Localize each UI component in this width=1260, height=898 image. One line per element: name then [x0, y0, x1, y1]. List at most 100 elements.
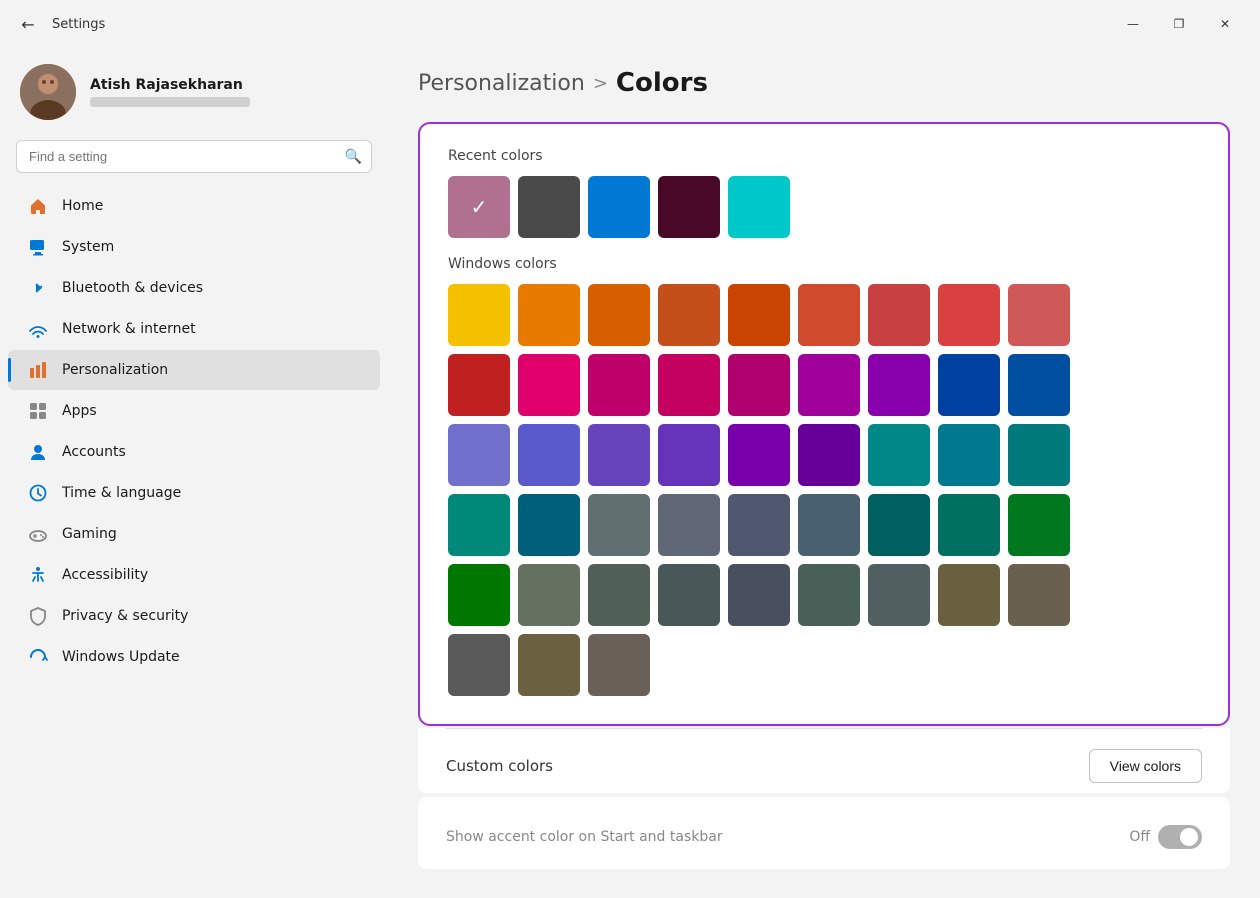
time-label: Time & language: [62, 485, 181, 501]
sidebar-item-accessibility[interactable]: Accessibility: [8, 555, 380, 595]
network-label: Network & internet: [62, 321, 196, 337]
accent-color-label: Show accent color on Start and taskbar: [446, 829, 723, 845]
sidebar-item-network[interactable]: Network & internet: [8, 309, 380, 349]
wc-30[interactable]: [658, 494, 720, 556]
sidebar-item-update[interactable]: Windows Update: [8, 637, 380, 677]
wc-7[interactable]: [938, 284, 1000, 346]
sidebar-item-system[interactable]: System: [8, 227, 380, 267]
sidebar-item-accounts[interactable]: Accounts: [8, 432, 380, 472]
wc-13[interactable]: [728, 354, 790, 416]
wc-20[interactable]: [588, 424, 650, 486]
wc-44[interactable]: [1008, 564, 1070, 626]
wc-1[interactable]: [518, 284, 580, 346]
network-icon: [28, 319, 48, 339]
windows-colors-label: Windows colors: [448, 256, 1200, 272]
breadcrumb-separator: >: [593, 73, 608, 94]
breadcrumb: Personalization > Colors: [418, 68, 1230, 98]
sidebar-item-bluetooth[interactable]: Bluetooth & devices: [8, 268, 380, 308]
recent-colors-section: Recent colors: [448, 148, 1200, 238]
wc-33[interactable]: [868, 494, 930, 556]
wc-18[interactable]: [448, 424, 510, 486]
wc-11[interactable]: [588, 354, 650, 416]
wc-5[interactable]: [798, 284, 860, 346]
sidebar-item-personalization[interactable]: Personalization: [8, 350, 380, 390]
wc-46[interactable]: [518, 634, 580, 696]
wc-8[interactable]: [1008, 284, 1070, 346]
wc-37[interactable]: [518, 564, 580, 626]
view-colors-button[interactable]: View colors: [1089, 749, 1202, 783]
wc-34[interactable]: [938, 494, 1000, 556]
wc-28[interactable]: [518, 494, 580, 556]
accessibility-label: Accessibility: [62, 567, 148, 583]
recent-color-0[interactable]: [448, 176, 510, 238]
wc-25[interactable]: [938, 424, 1000, 486]
wc-0[interactable]: [448, 284, 510, 346]
wc-42[interactable]: [868, 564, 930, 626]
home-icon: [28, 196, 48, 216]
wc-6[interactable]: [868, 284, 930, 346]
wc-35[interactable]: [1008, 494, 1070, 556]
custom-colors-bar: Custom colors View colors: [446, 729, 1202, 793]
wc-31[interactable]: [728, 494, 790, 556]
breadcrumb-parent[interactable]: Personalization: [418, 71, 585, 96]
toggle-container: Off: [1129, 825, 1202, 849]
sidebar-item-apps[interactable]: Apps: [8, 391, 380, 431]
wc-19[interactable]: [518, 424, 580, 486]
windows-colors-section: Windows colors: [448, 256, 1200, 696]
wc-41[interactable]: [798, 564, 860, 626]
wc-24[interactable]: [868, 424, 930, 486]
wc-22[interactable]: [728, 424, 790, 486]
wc-43[interactable]: [938, 564, 1000, 626]
wc-2[interactable]: [588, 284, 650, 346]
recent-color-2[interactable]: [588, 176, 650, 238]
personalization-icon: [28, 360, 48, 380]
minimize-button[interactable]: —: [1110, 8, 1156, 40]
wc-3[interactable]: [658, 284, 720, 346]
wc-9[interactable]: [448, 354, 510, 416]
wc-10[interactable]: [518, 354, 580, 416]
recent-color-3[interactable]: [658, 176, 720, 238]
wc-26[interactable]: [1008, 424, 1070, 486]
wc-40[interactable]: [728, 564, 790, 626]
window-controls: — ❐ ✕: [1110, 8, 1248, 40]
wc-15[interactable]: [868, 354, 930, 416]
recent-color-1[interactable]: [518, 176, 580, 238]
toggle-off-label: Off: [1129, 829, 1150, 845]
app-body: Atish Rajasekharan 🔍 Home: [0, 48, 1260, 898]
maximize-button[interactable]: ❐: [1156, 8, 1202, 40]
wc-16[interactable]: [938, 354, 1000, 416]
wc-12[interactable]: [658, 354, 720, 416]
wc-17[interactable]: [1008, 354, 1070, 416]
apps-label: Apps: [62, 403, 97, 419]
wc-23[interactable]: [798, 424, 860, 486]
wc-47[interactable]: [588, 634, 650, 696]
titlebar: ← Settings — ❐ ✕: [0, 0, 1260, 48]
app-title: Settings: [52, 17, 1110, 32]
privacy-label: Privacy & security: [62, 608, 188, 624]
wc-32[interactable]: [798, 494, 860, 556]
wc-45[interactable]: [448, 634, 510, 696]
user-info: Atish Rajasekharan: [90, 77, 250, 107]
close-button[interactable]: ✕: [1202, 8, 1248, 40]
sidebar-item-gaming[interactable]: Gaming: [8, 514, 380, 554]
sidebar-item-privacy[interactable]: Privacy & security: [8, 596, 380, 636]
wc-27[interactable]: [448, 494, 510, 556]
wc-29[interactable]: [588, 494, 650, 556]
gaming-icon: [28, 524, 48, 544]
accent-toggle[interactable]: [1158, 825, 1202, 849]
wc-4[interactable]: [728, 284, 790, 346]
wc-39[interactable]: [658, 564, 720, 626]
wc-38[interactable]: [588, 564, 650, 626]
search-box: 🔍: [16, 140, 372, 173]
search-input[interactable]: [16, 140, 372, 173]
colors-panel: Recent colors Windows colors: [418, 122, 1230, 726]
wc-21[interactable]: [658, 424, 720, 486]
bluetooth-icon: [28, 278, 48, 298]
recent-color-4[interactable]: [728, 176, 790, 238]
wc-36[interactable]: [448, 564, 510, 626]
back-button[interactable]: ←: [12, 8, 44, 40]
accounts-icon: [28, 442, 48, 462]
wc-14[interactable]: [798, 354, 860, 416]
sidebar-item-home[interactable]: Home: [8, 186, 380, 226]
sidebar-item-time[interactable]: Time & language: [8, 473, 380, 513]
